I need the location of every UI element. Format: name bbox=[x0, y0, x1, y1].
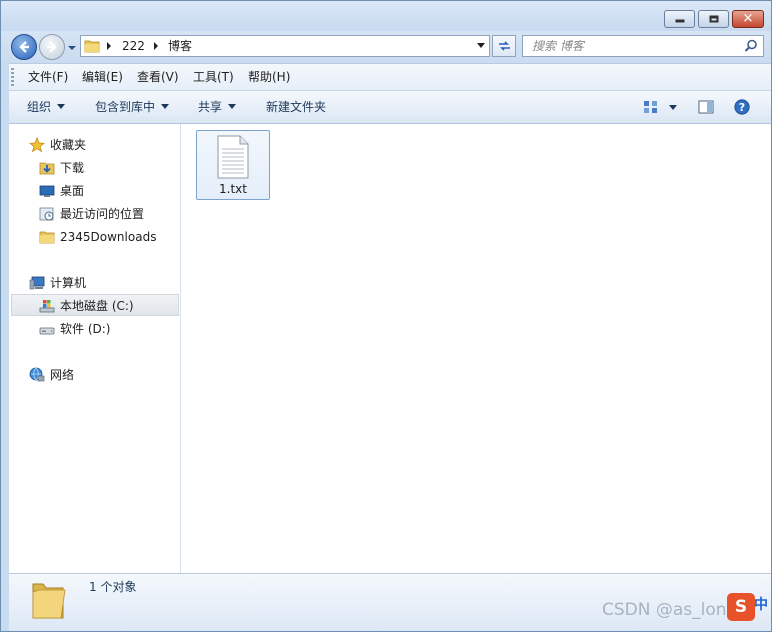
breadcrumb-222[interactable]: 222 bbox=[122, 39, 145, 53]
system-drive-icon bbox=[39, 300, 55, 313]
menu-file[interactable]: 文件(F) bbox=[28, 70, 68, 84]
breadcrumb-arrow-icon[interactable] bbox=[152, 41, 160, 51]
maximize-icon bbox=[709, 15, 718, 23]
tree-desktop-label: 桌面 bbox=[60, 184, 85, 198]
ime-mode-indicator[interactable]: 中 bbox=[754, 596, 768, 614]
caret-down-icon bbox=[228, 104, 237, 109]
file-name-label: 1.txt bbox=[219, 182, 247, 196]
menu-grip bbox=[11, 68, 14, 86]
desktop-icon bbox=[39, 185, 55, 197]
tree-downloads-label: 下载 bbox=[60, 161, 85, 175]
back-button[interactable] bbox=[11, 34, 37, 60]
hard-drive-icon bbox=[39, 327, 55, 335]
menu-help[interactable]: 帮助(H) bbox=[248, 70, 290, 84]
address-dropdown-icon[interactable] bbox=[477, 43, 485, 49]
menu-bar: 文件(F) 编辑(E) 查看(V) 工具(T) 帮助(H) bbox=[9, 63, 771, 90]
views-icon[interactable] bbox=[643, 100, 659, 114]
search-icon[interactable] bbox=[744, 39, 758, 53]
navigation-bar: 222 博客 搜索 博客 bbox=[1, 31, 771, 63]
refresh-button[interactable] bbox=[492, 35, 516, 57]
menu-view[interactable]: 查看(V) bbox=[137, 70, 179, 84]
organize-button[interactable]: 组织 bbox=[27, 100, 66, 114]
arrow-left-icon bbox=[19, 41, 29, 53]
folder-icon bbox=[84, 40, 100, 53]
tree-recent-places[interactable]: 最近访问的位置 bbox=[39, 203, 179, 225]
search-box[interactable]: 搜索 博客 bbox=[522, 35, 764, 57]
search-placeholder: 搜索 博客 bbox=[532, 39, 584, 53]
breadcrumb-blog[interactable]: 博客 bbox=[168, 39, 192, 53]
arrow-right-icon bbox=[47, 41, 57, 53]
close-icon: ✕ bbox=[742, 11, 754, 27]
tree-downloads[interactable]: 下载 bbox=[39, 157, 179, 179]
tree-local-disk-c[interactable]: 本地磁盘 (C:) bbox=[11, 294, 179, 316]
tree-network[interactable]: 网络 bbox=[29, 364, 169, 386]
tree-2345downloads-label: 2345Downloads bbox=[60, 230, 157, 244]
caret-down-icon bbox=[161, 104, 170, 109]
breadcrumb-arrow-icon[interactable] bbox=[105, 41, 113, 51]
star-icon bbox=[29, 137, 45, 153]
svg-text:?: ? bbox=[739, 101, 745, 114]
share-label: 共享 bbox=[198, 100, 223, 114]
include-in-library-label: 包含到库中 bbox=[95, 100, 156, 114]
tree-drive-d[interactable]: 软件 (D:) bbox=[39, 318, 179, 340]
organize-label: 组织 bbox=[27, 100, 52, 114]
tree-network-label: 网络 bbox=[50, 368, 75, 382]
forward-button[interactable] bbox=[39, 34, 65, 60]
command-bar: 组织 包含到库中 共享 新建文件夹 ? bbox=[9, 90, 771, 124]
minimize-icon bbox=[675, 19, 684, 23]
tree-recent-places-label: 最近访问的位置 bbox=[60, 207, 145, 221]
tree-2345downloads[interactable]: 2345Downloads bbox=[39, 226, 179, 248]
tree-desktop[interactable]: 桌面 bbox=[39, 180, 179, 202]
tree-computer[interactable]: 计算机 bbox=[29, 272, 169, 294]
title-bar[interactable]: ✕ bbox=[1, 1, 771, 31]
tree-favorites-label: 收藏夹 bbox=[50, 138, 87, 152]
tree-drive-d-label: 软件 (D:) bbox=[60, 322, 111, 336]
refresh-icon bbox=[499, 41, 510, 51]
minimize-button[interactable] bbox=[664, 10, 695, 28]
help-icon[interactable]: ? bbox=[734, 99, 750, 115]
computer-icon bbox=[29, 276, 45, 290]
preview-pane-icon[interactable] bbox=[698, 100, 714, 114]
include-in-library-button[interactable]: 包含到库中 bbox=[95, 100, 170, 114]
menu-edit[interactable]: 编辑(E) bbox=[82, 70, 123, 84]
downloads-folder-icon bbox=[39, 162, 55, 175]
folder-large-icon bbox=[32, 583, 66, 619]
object-count: 1 个对象 bbox=[89, 580, 137, 594]
views-dropdown-icon[interactable] bbox=[669, 105, 677, 110]
ime-logo-letter: S bbox=[734, 597, 748, 617]
menu-tools[interactable]: 工具(T) bbox=[193, 70, 234, 84]
recent-places-icon bbox=[39, 207, 54, 221]
navigation-pane: 收藏夹 下载 桌面 最近访问的位置 2345Downloads 计算机 本地磁盘… bbox=[9, 124, 181, 573]
tree-favorites[interactable]: 收藏夹 bbox=[29, 134, 169, 156]
caret-down-icon bbox=[57, 104, 66, 109]
maximize-button[interactable] bbox=[698, 10, 729, 28]
address-bar[interactable]: 222 博客 bbox=[80, 35, 490, 57]
watermark-text: CSDN @as_long_ bbox=[602, 600, 746, 620]
share-button[interactable]: 共享 bbox=[198, 100, 237, 114]
network-icon bbox=[29, 367, 45, 382]
tree-local-disk-c-label: 本地磁盘 (C:) bbox=[60, 299, 134, 313]
new-folder-button[interactable]: 新建文件夹 bbox=[266, 100, 326, 114]
explorer-window: ✕ 222 博客 搜索 博客 文件(F) 编辑(E) 查看(V) 工具(T) 帮… bbox=[0, 0, 772, 632]
tree-computer-label: 计算机 bbox=[50, 276, 87, 290]
file-list-area[interactable]: 1.txt bbox=[181, 124, 771, 573]
folder-icon bbox=[39, 231, 55, 244]
text-file-icon bbox=[217, 135, 249, 179]
file-item-1-txt[interactable]: 1.txt bbox=[196, 130, 270, 200]
ime-logo[interactable]: S bbox=[727, 593, 755, 621]
close-button[interactable]: ✕ bbox=[732, 10, 764, 28]
recent-pages-dropdown-icon[interactable] bbox=[67, 43, 77, 53]
